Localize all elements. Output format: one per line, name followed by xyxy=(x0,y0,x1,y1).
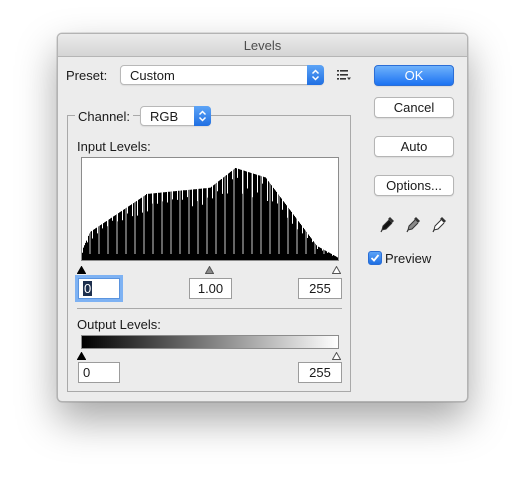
input-gamma-field[interactable]: 1.00 xyxy=(189,278,232,299)
section-divider xyxy=(77,308,342,309)
output-white-value: 255 xyxy=(309,365,331,380)
input-gamma-slider-handle[interactable] xyxy=(204,262,215,277)
cancel-button[interactable]: Cancel xyxy=(374,97,454,118)
input-white-field[interactable]: 255 xyxy=(298,278,342,299)
input-white-slider-handle[interactable] xyxy=(331,262,342,277)
preset-label: Preset: xyxy=(66,68,108,83)
preview-checkbox[interactable] xyxy=(368,251,382,265)
histogram-fill xyxy=(82,168,338,260)
histogram-graph xyxy=(82,158,338,260)
input-black-value: 0 xyxy=(83,281,93,296)
channel-select[interactable]: RGB xyxy=(140,106,211,126)
ok-button[interactable]: OK xyxy=(374,65,454,86)
input-black-field[interactable]: 0 xyxy=(78,278,120,299)
eyedropper-white-icon[interactable] xyxy=(432,215,448,236)
input-levels-label: Input Levels: xyxy=(77,139,151,154)
output-black-value: 0 xyxy=(83,365,91,380)
output-black-slider-handle[interactable] xyxy=(76,348,87,363)
channel-label: Channel: xyxy=(75,109,134,124)
output-white-slider-handle[interactable] xyxy=(331,348,342,363)
output-gradient-bar xyxy=(81,335,339,349)
input-black-slider-handle[interactable] xyxy=(76,262,87,277)
histogram xyxy=(81,157,339,261)
input-white-value: 255 xyxy=(309,281,331,296)
levels-dialog: Levels Preset: Custom OK Cancel Auto Opt… xyxy=(57,33,468,402)
chevron-updown-icon xyxy=(307,65,324,85)
preset-value: Custom xyxy=(130,68,175,83)
preview-label: Preview xyxy=(385,251,432,266)
chevron-updown-icon xyxy=(194,106,211,126)
preset-select[interactable]: Custom xyxy=(120,65,324,85)
output-white-field[interactable]: 255 xyxy=(298,362,342,383)
output-levels-label: Output Levels: xyxy=(77,317,161,332)
input-gamma-value: 1.00 xyxy=(197,281,224,296)
channel-value: RGB xyxy=(150,109,179,124)
options-button[interactable]: Options... xyxy=(374,175,454,196)
eyedropper-black-icon[interactable] xyxy=(380,215,396,236)
eyedropper-gray-icon[interactable] xyxy=(406,215,422,236)
dialog-title: Levels xyxy=(243,38,282,53)
title-bar[interactable]: Levels xyxy=(58,34,467,57)
auto-button[interactable]: Auto xyxy=(374,136,454,157)
list-options-icon[interactable] xyxy=(337,69,351,84)
output-black-field[interactable]: 0 xyxy=(78,362,120,383)
